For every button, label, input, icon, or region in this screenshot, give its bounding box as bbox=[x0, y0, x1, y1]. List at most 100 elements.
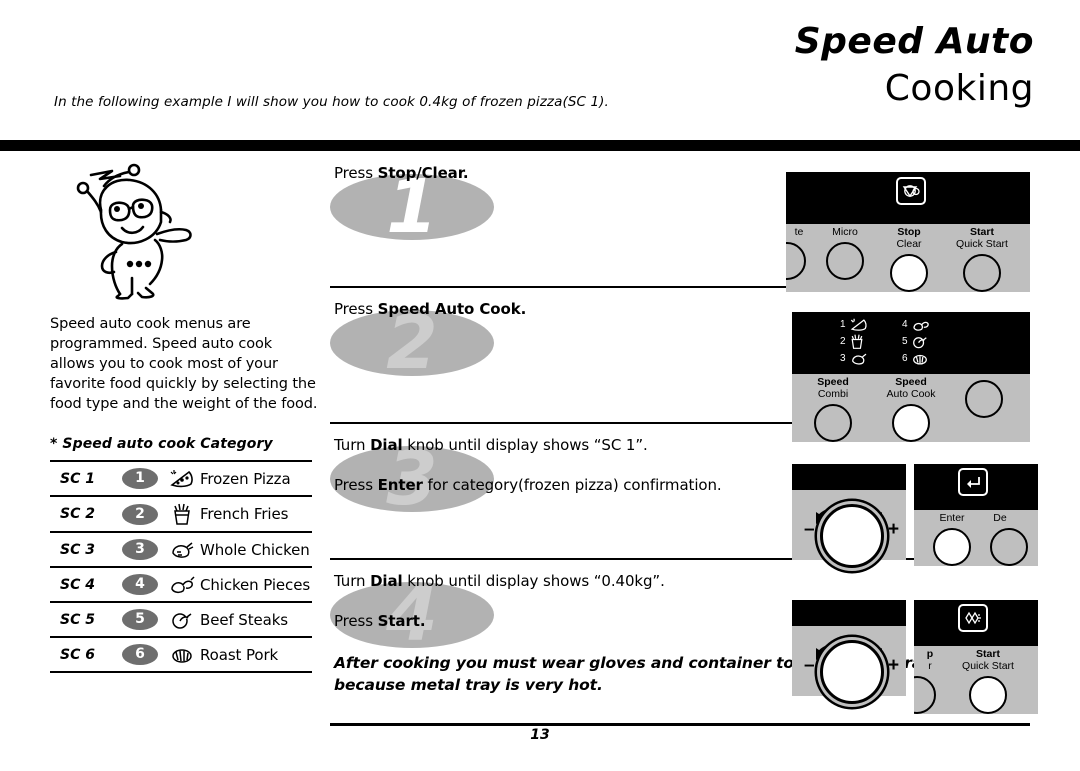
display-food-number: 6 bbox=[902, 353, 908, 364]
oven-panel-4: – + p r Start Quick Start bbox=[792, 600, 1038, 714]
step-line-prefix: Turn bbox=[334, 572, 371, 590]
fries-icon bbox=[851, 334, 863, 349]
list-item: 2 bbox=[840, 333, 869, 350]
category-number-pill: 6 bbox=[122, 644, 158, 665]
dial-module: – + bbox=[792, 464, 906, 568]
oven-panel-2: 1 2 3 4 5 6 Speed Combi Speed Auto Cook bbox=[792, 312, 1030, 442]
step-line: Turn Dial knob until display shows “0.40… bbox=[334, 572, 1030, 590]
step-line-bold: Dial bbox=[370, 436, 403, 454]
speed-cook-icon bbox=[958, 604, 988, 632]
micro-button[interactable]: Micro bbox=[812, 226, 878, 280]
button-circle[interactable] bbox=[963, 253, 1001, 292]
chef-mascot-icon bbox=[76, 163, 192, 300]
table-row: SC 4 4 Chicken Pieces bbox=[50, 567, 312, 602]
page-number: 13 bbox=[530, 727, 550, 743]
list-item: 3 bbox=[840, 350, 869, 367]
table-row: SC 5 5 Beef Steaks bbox=[50, 602, 312, 637]
beef-steak-icon bbox=[164, 602, 200, 637]
list-item: 4 bbox=[902, 316, 931, 333]
button-caption-line1: Speed bbox=[817, 376, 849, 388]
step-line-suffix: knob until display shows “0.40kg”. bbox=[402, 572, 665, 590]
category-number-pill: 1 bbox=[122, 468, 158, 489]
category-code: SC 5 bbox=[60, 611, 95, 628]
display-screen: 1 2 3 4 5 6 bbox=[792, 312, 1030, 374]
speed-auto-cook-button[interactable]: Speed Auto Cook bbox=[868, 376, 954, 442]
button-caption: Enter bbox=[924, 512, 980, 525]
chicken-pieces-icon bbox=[912, 321, 929, 331]
category-code: SC 4 bbox=[60, 576, 95, 593]
title-line-1: Speed Auto bbox=[794, 21, 1034, 62]
button-caption: Micro bbox=[812, 226, 878, 239]
enter-button[interactable]: Enter bbox=[924, 512, 980, 566]
category-number-cell: 3 bbox=[122, 532, 164, 567]
button-circle-highlighted[interactable] bbox=[933, 527, 971, 566]
category-number-pill: 4 bbox=[122, 574, 158, 595]
button-circle[interactable] bbox=[914, 675, 936, 714]
plate-button-cropped[interactable]: te bbox=[786, 226, 812, 280]
start-quick-start-button[interactable]: Start Quick Start bbox=[946, 648, 1030, 714]
defrost-button-cropped[interactable]: De bbox=[980, 512, 1028, 566]
unlabeled-button[interactable] bbox=[954, 377, 1014, 418]
table-row: SC 2 2 French Fries bbox=[50, 496, 312, 532]
category-code: SC 3 bbox=[60, 541, 95, 558]
button-caption-line1: Start bbox=[970, 226, 994, 238]
button-circle[interactable] bbox=[990, 527, 1028, 566]
manual-page: Speed Auto Cooking In the following exam… bbox=[0, 0, 1080, 771]
list-item: 5 bbox=[902, 333, 931, 350]
button-caption: De bbox=[980, 512, 1020, 525]
button-caption: Speed Auto Cook bbox=[868, 376, 954, 401]
pizza-icon bbox=[164, 461, 200, 496]
display-food-column-left: 1 2 3 bbox=[840, 316, 869, 367]
button-caption-line2: De bbox=[993, 512, 1007, 524]
step-line-bold: Start. bbox=[377, 612, 426, 630]
oven-panel-3: – + Enter De bbox=[792, 464, 1038, 568]
step-line-bold: Stop/Clear. bbox=[377, 164, 469, 182]
button-circle[interactable] bbox=[826, 241, 864, 280]
category-label: French Fries bbox=[200, 505, 289, 523]
roast-pork-icon bbox=[164, 637, 200, 672]
display-food-number: 5 bbox=[902, 336, 908, 347]
category-number-pill: 5 bbox=[122, 609, 158, 630]
category-title: * Speed auto cook Category bbox=[50, 436, 273, 452]
dial-plus-label: + bbox=[888, 519, 900, 540]
button-caption: Start Quick Start bbox=[940, 226, 1024, 251]
category-label: Chicken Pieces bbox=[200, 575, 311, 594]
start-quick-start-button[interactable]: Start Quick Start bbox=[940, 226, 1024, 292]
dial-knob[interactable] bbox=[820, 640, 884, 704]
button-circle-highlighted[interactable] bbox=[892, 403, 930, 442]
stop-clear-button[interactable]: Stop Clear bbox=[878, 226, 940, 292]
category-code: SC 6 bbox=[60, 646, 95, 663]
dial-plus-label: + bbox=[888, 655, 900, 676]
button-circle[interactable] bbox=[814, 403, 852, 442]
header-divider bbox=[0, 140, 1080, 151]
button-circle-highlighted[interactable] bbox=[969, 675, 1007, 714]
footer-divider bbox=[330, 723, 1030, 726]
roast-pork-icon bbox=[912, 354, 927, 365]
step-line-prefix: Press bbox=[334, 164, 378, 182]
oven-panel-1: te Micro Stop Clear Start Quick Start bbox=[786, 172, 1030, 292]
pizza-icon bbox=[850, 318, 867, 331]
category-number-cell: 2 bbox=[122, 496, 164, 532]
button-circle-highlighted[interactable] bbox=[890, 253, 928, 292]
step-number: 1 bbox=[386, 164, 438, 250]
stop-clear-button-cropped[interactable]: p r bbox=[914, 648, 946, 714]
button-circle[interactable] bbox=[786, 241, 806, 280]
button-caption: p r bbox=[914, 648, 946, 673]
button-circle[interactable] bbox=[965, 380, 1003, 418]
category-table: SC 1 1 Frozen Pizza SC 2 2 French Fries … bbox=[50, 460, 312, 673]
dial-minus-label: – bbox=[804, 519, 815, 540]
step-number-badge-2: 2 bbox=[330, 306, 494, 380]
step-line-bold: Dial bbox=[370, 572, 403, 590]
button-caption: Speed Combi bbox=[798, 376, 868, 401]
button-caption-line2: Clear bbox=[896, 237, 922, 250]
display-food-number: 2 bbox=[840, 336, 846, 347]
control-panel: te Micro Stop Clear Start Quick Start bbox=[786, 172, 1030, 292]
left-column: Speed auto cook menus are programmed. Sp… bbox=[50, 160, 318, 673]
speed-combi-button[interactable]: Speed Combi bbox=[798, 376, 868, 442]
category-label: Roast Pork bbox=[200, 645, 279, 664]
dial-knob[interactable] bbox=[820, 504, 884, 568]
whole-chicken-icon bbox=[851, 353, 866, 365]
category-number-pill: 2 bbox=[122, 503, 158, 525]
dial-body: – + bbox=[792, 626, 906, 704]
control-panel: Enter De bbox=[914, 464, 1038, 566]
